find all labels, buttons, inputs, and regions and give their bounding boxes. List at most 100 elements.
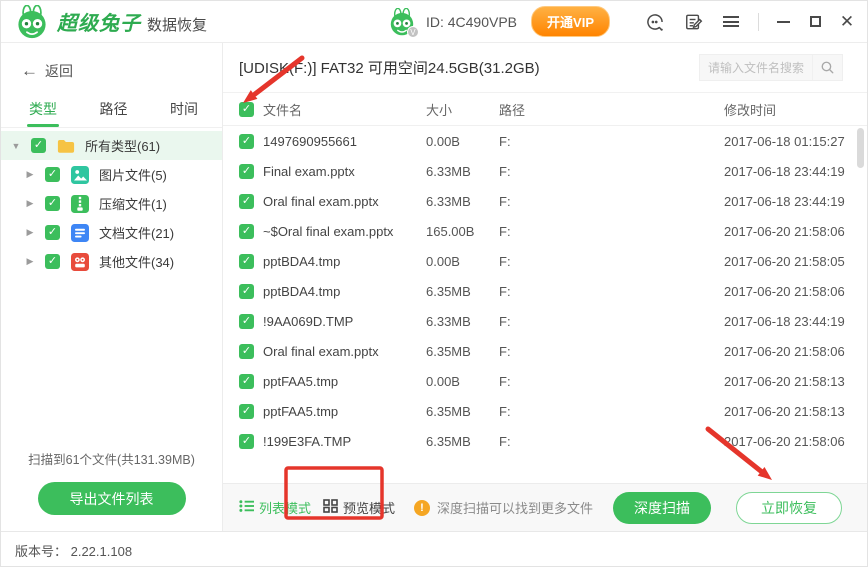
preview-mode-button[interactable]: 预览模式 <box>323 498 395 517</box>
sidebar-bottom: 扫描到61个文件(共131.39MB) 导出文件列表 <box>1 449 222 531</box>
file-path: F: <box>499 404 724 419</box>
file-size: 0.00B <box>426 134 499 149</box>
image-file-icon <box>71 166 89 184</box>
column-header-path[interactable]: 路径 <box>499 100 724 119</box>
file-path: F: <box>499 374 724 389</box>
file-name: ~$Oral final exam.pptx <box>263 224 426 239</box>
row-checkbox-checked[interactable] <box>239 194 254 209</box>
chevron-right-icon[interactable]: ▶ <box>25 256 35 267</box>
status-bar: 版本号： 2.22.1.108 <box>1 532 867 567</box>
file-size: 6.35MB <box>426 284 499 299</box>
tree-item-label: 文档文件(21) <box>99 223 174 242</box>
select-all-checkbox[interactable] <box>239 102 254 117</box>
file-row[interactable]: Final exam.pptx6.33MBF:2017-06-18 23:44:… <box>223 156 867 186</box>
file-size: 0.00B <box>426 374 499 389</box>
file-row[interactable]: pptBDA4.tmp6.35MBF:2017-06-20 21:58:06 <box>223 276 867 306</box>
minimize-button[interactable] <box>775 14 791 30</box>
file-name: pptFAA5.tmp <box>263 404 426 419</box>
file-size: 6.33MB <box>426 314 499 329</box>
table-header: 文件名 大小 路径 修改时间 <box>223 93 867 126</box>
tree-item[interactable]: ▶ 图片文件(5) <box>1 160 222 189</box>
file-path: F: <box>499 164 724 179</box>
feedback-icon[interactable] <box>682 11 704 33</box>
open-vip-button[interactable]: 开通VIP <box>531 6 610 37</box>
scan-summary: 扫描到61个文件(共131.39MB) <box>1 449 222 468</box>
file-row[interactable]: Oral final exam.pptx6.33MBF:2017-06-18 2… <box>223 186 867 216</box>
tree-item[interactable]: ▶压缩文件(1) <box>1 189 222 218</box>
row-checkbox-checked[interactable] <box>239 344 254 359</box>
row-checkbox-checked[interactable] <box>239 224 254 239</box>
account-area: V ID: 4C490VPB 开通VIP <box>388 6 610 37</box>
drive-title: [UDISK(F:)] FAT32 可用空间24.5GB(31.2GB) <box>239 57 540 78</box>
file-modified-time: 2017-06-20 21:58:06 <box>724 224 867 239</box>
file-row[interactable]: Oral final exam.pptx6.35MBF:2017-06-20 2… <box>223 336 867 366</box>
recover-now-button[interactable]: 立即恢复 <box>736 492 842 524</box>
deep-scan-button[interactable]: 深度扫描 <box>613 492 711 524</box>
chevron-right-icon[interactable]: ▶ <box>25 169 35 180</box>
tree-checkbox-checked[interactable] <box>45 167 60 182</box>
file-modified-time: 2017-06-20 21:58:06 <box>724 434 867 449</box>
maximize-button[interactable] <box>807 14 823 30</box>
close-button[interactable]: ✕ <box>839 14 855 30</box>
file-path: F: <box>499 344 724 359</box>
export-file-list-button[interactable]: 导出文件列表 <box>38 482 186 515</box>
file-list: 14976909556610.00BF:2017-06-18 01:15:27F… <box>223 126 867 483</box>
file-path: F: <box>499 194 724 209</box>
file-size: 6.35MB <box>426 404 499 419</box>
row-checkbox-checked[interactable] <box>239 254 254 269</box>
tree-checkbox-checked[interactable] <box>45 225 60 240</box>
file-name: pptBDA4.tmp <box>263 254 426 269</box>
chevron-down-icon[interactable]: ▼ <box>11 141 21 151</box>
chevron-right-icon[interactable]: ▶ <box>25 227 35 238</box>
row-checkbox-checked[interactable] <box>239 134 254 149</box>
tree-checkbox-checked[interactable] <box>31 138 46 153</box>
file-row[interactable]: pptBDA4.tmp0.00BF:2017-06-20 21:58:05 <box>223 246 867 276</box>
file-row[interactable]: pptFAA5.tmp6.35MBF:2017-06-20 21:58:13 <box>223 396 867 426</box>
chevron-right-icon[interactable]: ▶ <box>25 198 35 209</box>
tree-item-label: 所有类型(61) <box>85 136 160 155</box>
menu-icon[interactable] <box>720 11 742 33</box>
row-checkbox-checked[interactable] <box>239 314 254 329</box>
file-modified-time: 2017-06-20 21:58:06 <box>724 344 867 359</box>
file-path: F: <box>499 434 724 449</box>
avatar[interactable]: V <box>388 8 416 36</box>
file-row[interactable]: pptFAA5.tmp0.00BF:2017-06-20 21:58:13 <box>223 366 867 396</box>
file-size: 0.00B <box>426 254 499 269</box>
title-bar: 超级兔子 数据恢复 V ID: 4C490VPB 开通VIP ✕ <box>1 1 867 43</box>
sidebar-tab-path[interactable]: 路径 <box>98 93 130 127</box>
search-input[interactable] <box>700 61 812 75</box>
row-checkbox-checked[interactable] <box>239 164 254 179</box>
drive-bar: [UDISK(F:)] FAT32 可用空间24.5GB(31.2GB) <box>223 43 867 93</box>
tree-item[interactable]: ▶其他文件(34) <box>1 247 222 276</box>
row-checkbox-checked[interactable] <box>239 284 254 299</box>
column-header-time[interactable]: 修改时间 <box>724 100 867 119</box>
sidebar-tab-type[interactable]: 类型 <box>27 93 59 127</box>
version-label: 版本号： 2.22.1.108 <box>15 541 132 560</box>
file-row[interactable]: ~$Oral final exam.pptx165.00BF:2017-06-2… <box>223 216 867 246</box>
search-icon[interactable] <box>812 55 842 80</box>
row-checkbox-checked[interactable] <box>239 434 254 449</box>
row-checkbox-checked[interactable] <box>239 404 254 419</box>
file-row[interactable]: !199E3FA.TMP6.35MBF:2017-06-20 21:58:06 <box>223 426 867 456</box>
file-path: F: <box>499 224 724 239</box>
column-header-size[interactable]: 大小 <box>426 100 499 119</box>
tree-item-label: 图片文件(5) <box>99 165 167 184</box>
file-name: !9AA069D.TMP <box>263 314 426 329</box>
back-button[interactable]: ← 返回 <box>1 43 222 87</box>
customer-support-icon[interactable] <box>644 11 666 33</box>
file-row[interactable]: 14976909556610.00BF:2017-06-18 01:15:27 <box>223 126 867 156</box>
column-header-name[interactable]: 文件名 <box>263 100 426 119</box>
tree-item[interactable]: ▶ 文档文件(21) <box>1 218 222 247</box>
file-modified-time: 2017-06-20 21:58:05 <box>724 254 867 269</box>
sidebar-tab-time[interactable]: 时间 <box>168 93 200 127</box>
file-type-tree: ▼所有类型(61)▶图片文件(5)▶压缩文件(1)▶文档文件(21)▶其他文件(… <box>1 128 222 276</box>
file-row[interactable]: !9AA069D.TMP6.33MBF:2017-06-18 23:44:19 <box>223 306 867 336</box>
list-mode-button[interactable]: 列表模式 <box>239 498 311 517</box>
row-checkbox-checked[interactable] <box>239 374 254 389</box>
scrollbar-thumb[interactable] <box>857 128 864 168</box>
other-file-icon <box>71 253 89 271</box>
tree-checkbox-checked[interactable] <box>45 196 60 211</box>
file-name: Oral final exam.pptx <box>263 194 426 209</box>
tree-checkbox-checked[interactable] <box>45 254 60 269</box>
tree-item[interactable]: ▼ 所有类型(61) <box>1 131 222 160</box>
